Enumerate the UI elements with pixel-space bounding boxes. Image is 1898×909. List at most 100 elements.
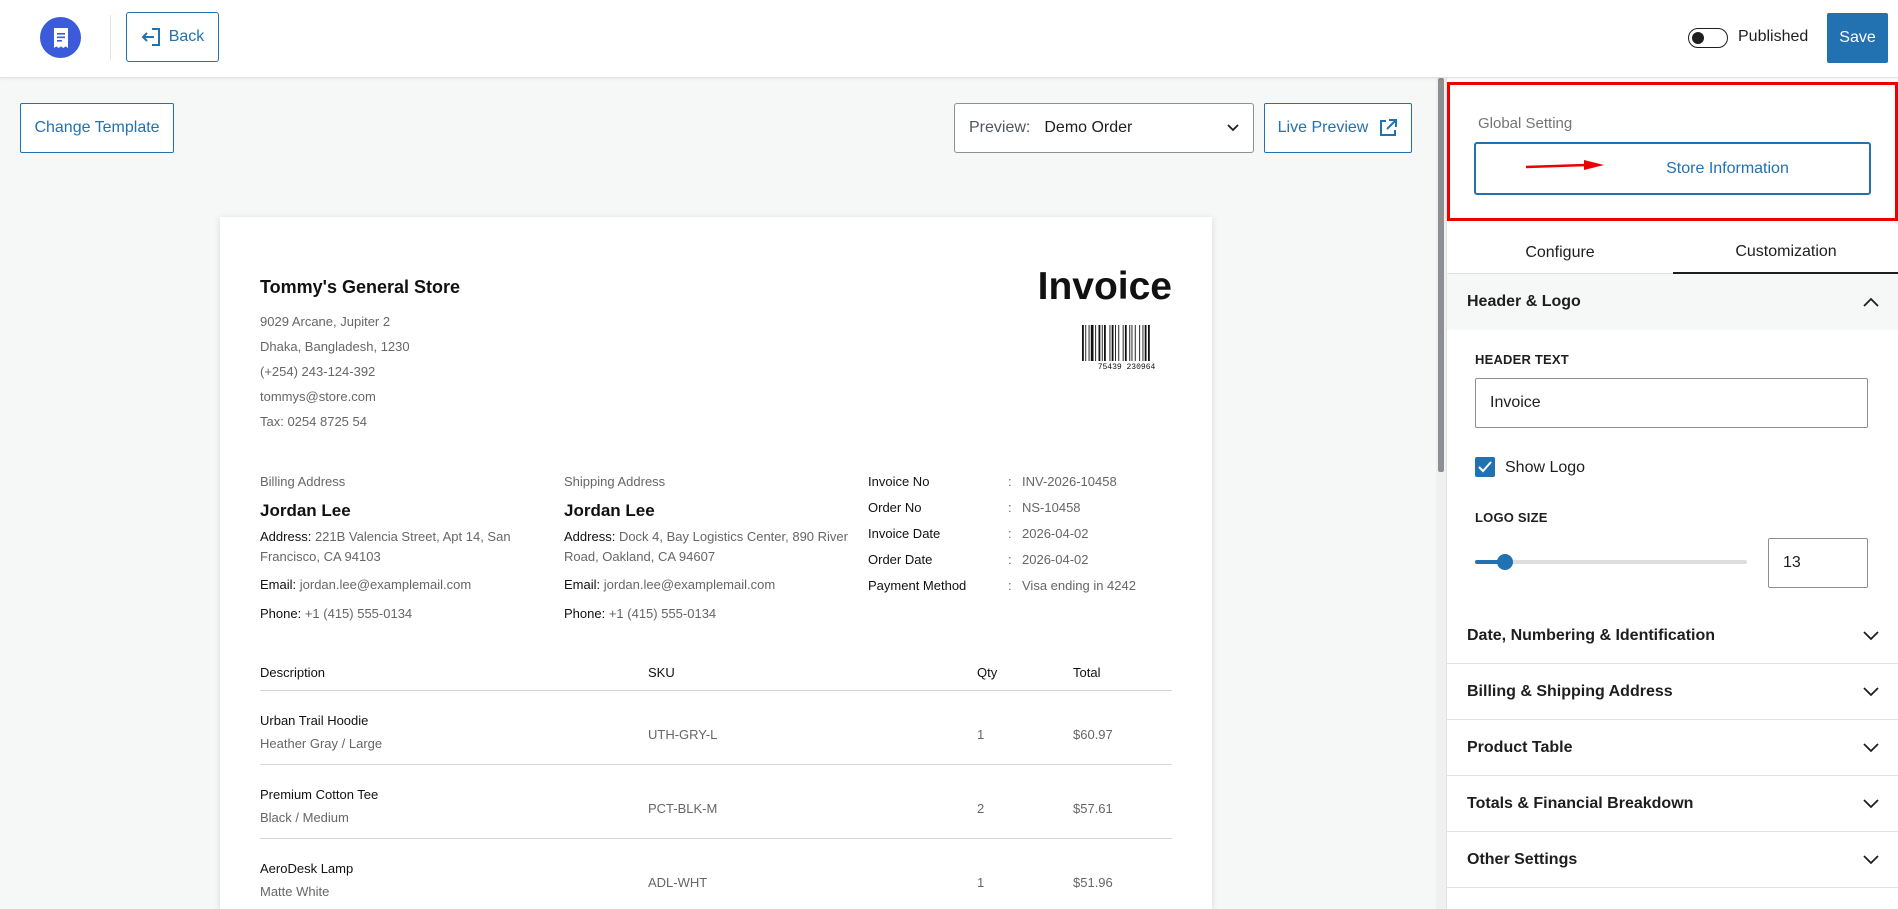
item-sku: PCT-BLK-M	[648, 801, 718, 816]
chevron-down-icon	[1863, 798, 1879, 808]
shipping-email: Email: jordan.lee@examplemail.com	[564, 577, 776, 592]
tab-configure[interactable]: Configure	[1447, 232, 1673, 274]
chevron-down-icon	[1863, 686, 1879, 696]
save-button[interactable]: Save	[1827, 13, 1888, 63]
store-city-line: Dhaka, Bangladesh, 1230	[260, 339, 410, 354]
row-divider	[260, 764, 1172, 765]
item-name: Urban Trail Hoodie	[260, 713, 369, 728]
section-date-numbering[interactable]: Date, Numbering & Identification	[1447, 608, 1898, 664]
back-button[interactable]: Back	[126, 12, 219, 62]
external-link-icon	[1380, 119, 1398, 136]
chevron-down-icon	[1863, 854, 1879, 864]
store-tax: Tax: 0254 8725 54	[260, 414, 367, 429]
show-logo-checkbox[interactable]	[1475, 457, 1495, 477]
barcode-icon: 75439 230964	[1082, 325, 1156, 371]
item-variant: Matte White	[260, 884, 330, 899]
meta-invoice-date: Invoice Date:2026-04-02	[868, 526, 1089, 541]
item-variant: Heather Gray / Large	[260, 736, 383, 751]
panel-tabs: Configure Customization	[1447, 232, 1898, 274]
col-header-description: Description	[260, 665, 326, 680]
meta-order-date: Order Date:2026-04-02	[868, 552, 1089, 567]
preview-value: Demo Order	[1044, 119, 1133, 136]
store-phone: (+254) 243-124-392	[260, 364, 376, 379]
item-sku: UTH-GRY-L	[648, 727, 718, 742]
section-title: Other Settings	[1467, 850, 1578, 868]
item-qty: 1	[977, 875, 985, 890]
item-variant: Black / Medium	[260, 810, 349, 825]
canvas-scrollbar[interactable]	[1436, 78, 1446, 909]
section-header-logo[interactable]: Header & Logo	[1447, 274, 1898, 330]
section-title: Date, Numbering & Identification	[1467, 626, 1716, 644]
divider	[110, 15, 111, 61]
section-title: Billing & Shipping Address	[1467, 682, 1673, 700]
invoice-preview: Tommy's General Store 9029 Arcane, Jupit…	[220, 217, 1212, 909]
billing-name: Jordan Lee	[260, 501, 351, 520]
shipping-phone: Phone: +1 (415) 555-0134	[564, 606, 717, 621]
section-product-table[interactable]: Product Table	[1447, 720, 1898, 776]
published-label: Published	[1738, 28, 1809, 45]
store-email: tommys@store.com	[260, 389, 376, 404]
red-arrow-annotation	[1526, 160, 1604, 170]
slider-handle[interactable]	[1496, 554, 1513, 570]
section-other-settings[interactable]: Other Settings	[1447, 832, 1898, 888]
global-setting-highlight: Global Setting Store Information	[1447, 82, 1898, 221]
header-text-input[interactable]: Invoice	[1475, 378, 1868, 428]
global-setting-label: Global Setting	[1478, 115, 1573, 132]
store-name: Tommy's General Store	[260, 277, 461, 297]
col-header-qty: Qty	[977, 665, 998, 680]
store-information-label: Store Information	[1666, 159, 1789, 177]
item-name: Premium Cotton Tee	[260, 787, 379, 802]
change-template-button[interactable]: Change Template	[20, 103, 174, 153]
item-qty: 2	[977, 801, 985, 816]
item-sku: ADL-WHT	[648, 875, 708, 890]
back-arrow-icon	[141, 28, 160, 46]
meta-order-no: Order No: NS-10458	[868, 500, 1081, 515]
section-title: Totals & Financial Breakdown	[1467, 794, 1694, 812]
meta-invoice-no: Invoice No: INV-2026-10458	[868, 474, 1117, 489]
live-preview-button[interactable]: Live Preview	[1264, 103, 1412, 153]
meta-payment-method: Payment Method: Visa ending in 4242	[868, 578, 1136, 593]
header-text-label: HEADER TEXT	[1475, 352, 1569, 367]
shipping-name: Jordan Lee	[564, 501, 655, 520]
store-address-line: 9029 Arcane, Jupiter 2	[260, 314, 391, 329]
invoice-title: Invoice	[1037, 265, 1172, 308]
col-header-sku: SKU	[648, 665, 675, 680]
show-logo-label: Show Logo	[1505, 459, 1586, 476]
col-header-total: Total	[1073, 665, 1101, 680]
logo-size-slider[interactable]	[1475, 554, 1747, 570]
billing-address: Address: 221B Valencia Street, Apt 14, S…	[260, 529, 511, 564]
logo-size-label: LOGO SIZE	[1475, 510, 1548, 525]
section-totals[interactable]: Totals & Financial Breakdown	[1447, 776, 1898, 832]
shipping-address-label: Shipping Address	[564, 474, 666, 489]
preview-order-select[interactable]: Preview: Demo Order	[954, 103, 1254, 153]
shipping-address: Address: Dock 4, Bay Logistics Center, 8…	[564, 529, 848, 564]
row-divider	[260, 838, 1172, 839]
back-label: Back	[168, 28, 205, 45]
billing-address-label: Billing Address	[260, 474, 346, 489]
tab-customization[interactable]: Customization	[1673, 232, 1898, 274]
settings-panel: Global Setting Store Information Configu…	[1446, 78, 1898, 909]
billing-email: Email: jordan.lee@examplemail.com	[260, 577, 472, 592]
chevron-down-icon	[1863, 630, 1879, 640]
top-bar: Back Published Save	[0, 0, 1898, 78]
item-total: $57.61	[1073, 801, 1113, 816]
section-billing-shipping[interactable]: Billing & Shipping Address	[1447, 664, 1898, 720]
chevron-down-icon	[1227, 124, 1239, 132]
section-title: Header & Logo	[1467, 293, 1581, 310]
item-qty: 1	[977, 727, 985, 742]
chevron-down-icon	[1863, 742, 1879, 752]
section-title: Product Table	[1467, 738, 1573, 756]
svg-text:75439 230964: 75439 230964	[1098, 363, 1156, 371]
preview-label: Preview:	[969, 119, 1031, 136]
live-preview-label: Live Preview	[1277, 119, 1369, 136]
published-toggle[interactable]	[1688, 28, 1728, 48]
receipt-icon[interactable]	[40, 17, 81, 58]
chevron-up-icon	[1863, 297, 1879, 307]
logo-size-input[interactable]: 13	[1768, 538, 1868, 588]
table-divider	[260, 690, 1172, 691]
item-name: AeroDesk Lamp	[260, 861, 354, 876]
preview-canvas: Change Template Preview: Demo Order Live…	[0, 78, 1436, 909]
item-total: $60.97	[1073, 727, 1113, 742]
item-total: $51.96	[1073, 875, 1113, 890]
billing-phone: Phone: +1 (415) 555-0134	[260, 606, 413, 621]
